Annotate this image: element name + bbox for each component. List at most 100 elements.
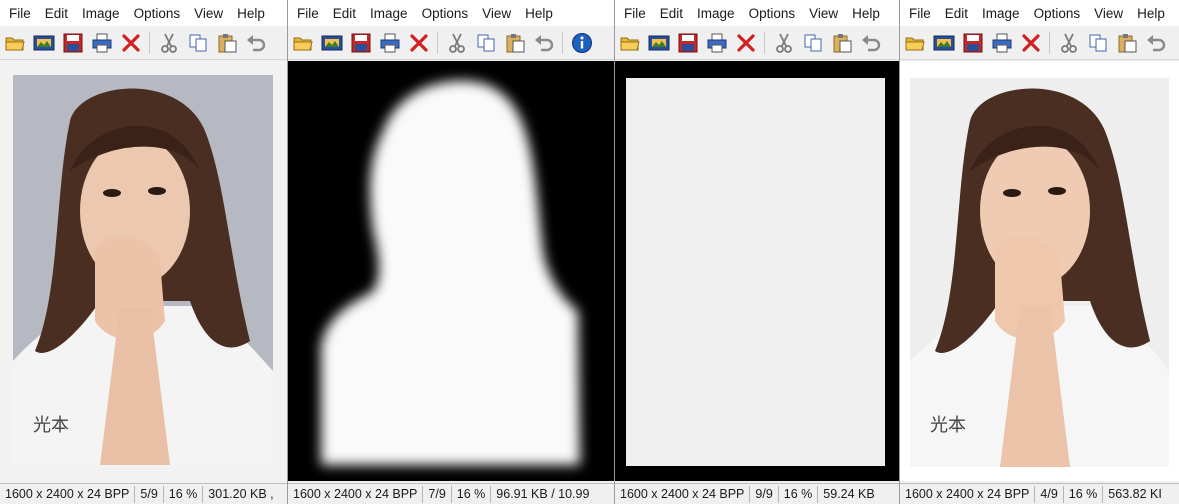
print-icon[interactable] <box>702 29 731 57</box>
menu-image[interactable]: Image <box>75 6 127 21</box>
delete-icon[interactable] <box>731 29 760 57</box>
menu-bar: File Edit Image Options View Help <box>288 0 614 26</box>
undo-icon[interactable] <box>241 29 270 57</box>
menu-edit[interactable]: Edit <box>38 6 75 21</box>
menu-edit[interactable]: Edit <box>938 6 975 21</box>
status-dimensions: 1600 x 2400 x 24 BPP <box>615 485 751 503</box>
cut-icon[interactable] <box>442 29 471 57</box>
paste-icon[interactable] <box>212 29 241 57</box>
menu-file[interactable]: File <box>902 6 938 21</box>
menu-file[interactable]: File <box>290 6 326 21</box>
save-icon[interactable] <box>673 29 702 57</box>
menu-help[interactable]: Help <box>230 6 272 21</box>
open-folder-icon[interactable] <box>615 29 644 57</box>
menu-help[interactable]: Help <box>518 6 560 21</box>
undo-icon[interactable] <box>856 29 885 57</box>
image-viewport[interactable]: 光本 <box>900 61 1179 481</box>
viewer-window-3: File Edit Image Options View Help 1600 x… <box>615 0 899 504</box>
status-filesize: 563.82 KI <box>1108 486 1162 501</box>
status-dimensions: 1600 x 2400 x 24 BPP <box>900 485 1036 503</box>
cut-icon[interactable] <box>154 29 183 57</box>
status-filesize: 96.91 KB / 10.99 <box>496 486 590 501</box>
menu-bar: File Edit Image Options View Help <box>900 0 1179 26</box>
status-index: 4/9 <box>1035 485 1064 503</box>
toolbar <box>615 26 899 60</box>
toolbar-separator <box>562 31 563 54</box>
menu-options[interactable]: Options <box>1027 6 1088 21</box>
menu-options[interactable]: Options <box>127 6 188 21</box>
viewer-window-2: File Edit Image Options View Help 1600 x… <box>288 0 614 504</box>
menu-bar: File Edit Image Options View Help <box>0 0 287 26</box>
save-icon[interactable] <box>958 29 987 57</box>
delete-icon[interactable] <box>116 29 145 57</box>
status-zoom: 16 % <box>164 485 204 503</box>
slideshow-icon[interactable] <box>317 29 346 57</box>
slideshow-icon[interactable] <box>644 29 673 57</box>
menu-image[interactable]: Image <box>975 6 1027 21</box>
menu-image[interactable]: Image <box>690 6 742 21</box>
portrait-original-image: 光本 <box>0 61 287 481</box>
paste-icon[interactable] <box>500 29 529 57</box>
image-viewport[interactable] <box>615 61 899 481</box>
undo-icon[interactable] <box>529 29 558 57</box>
status-index: 5/9 <box>135 485 164 503</box>
print-icon[interactable] <box>87 29 116 57</box>
svg-text:光本: 光本 <box>33 415 69 435</box>
status-bar: 1600 x 2400 x 24 BPP 4/9 16 % 563.82 KI <box>900 483 1179 504</box>
menu-edit[interactable]: Edit <box>326 6 363 21</box>
paste-icon[interactable] <box>827 29 856 57</box>
delete-icon[interactable] <box>404 29 433 57</box>
menu-file[interactable]: File <box>2 6 38 21</box>
toolbar-separator <box>1049 31 1050 54</box>
toolbar-separator <box>437 31 438 54</box>
copy-icon[interactable] <box>1083 29 1112 57</box>
status-bar: 1600 x 2400 x 24 BPP 9/9 16 % 59.24 KB <box>615 483 899 504</box>
save-icon[interactable] <box>346 29 375 57</box>
menu-options[interactable]: Options <box>415 6 476 21</box>
status-zoom: 16 % <box>1064 485 1104 503</box>
copy-icon[interactable] <box>183 29 212 57</box>
cut-icon[interactable] <box>1054 29 1083 57</box>
menu-bar: File Edit Image Options View Help <box>615 0 899 26</box>
status-dimensions: 1600 x 2400 x 24 BPP <box>0 485 136 503</box>
status-bar: 1600 x 2400 x 24 BPP 7/9 16 % 96.91 KB /… <box>288 483 614 504</box>
paste-icon[interactable] <box>1112 29 1141 57</box>
copy-icon[interactable] <box>798 29 827 57</box>
open-folder-icon[interactable] <box>288 29 317 57</box>
image-viewport[interactable]: 光本 <box>0 61 287 481</box>
status-index: 7/9 <box>423 485 452 503</box>
toolbar <box>0 26 287 60</box>
alpha-mask-image <box>288 61 614 481</box>
menu-view[interactable]: View <box>187 6 230 21</box>
delete-icon[interactable] <box>1016 29 1045 57</box>
menu-help[interactable]: Help <box>845 6 887 21</box>
menu-help[interactable]: Help <box>1130 6 1172 21</box>
menu-view[interactable]: View <box>1087 6 1130 21</box>
menu-file[interactable]: File <box>617 6 653 21</box>
status-filesize: 59.24 KB <box>823 486 875 501</box>
save-icon[interactable] <box>58 29 87 57</box>
status-index: 9/9 <box>750 485 779 503</box>
cut-icon[interactable] <box>769 29 798 57</box>
menu-view[interactable]: View <box>475 6 518 21</box>
slideshow-icon[interactable] <box>929 29 958 57</box>
undo-icon[interactable] <box>1141 29 1170 57</box>
menu-image[interactable]: Image <box>363 6 415 21</box>
info-icon[interactable] <box>567 29 596 57</box>
menu-edit[interactable]: Edit <box>653 6 690 21</box>
image-viewport[interactable] <box>288 61 614 481</box>
viewer-window-1: File Edit Image Options View Help 光本 160… <box>0 0 287 504</box>
svg-text:光本: 光本 <box>930 415 966 435</box>
menu-options[interactable]: Options <box>742 6 803 21</box>
slideshow-icon[interactable] <box>29 29 58 57</box>
toolbar <box>288 26 614 60</box>
menu-view[interactable]: View <box>802 6 845 21</box>
print-icon[interactable] <box>987 29 1016 57</box>
toolbar-separator <box>149 31 150 54</box>
copy-icon[interactable] <box>471 29 500 57</box>
open-folder-icon[interactable] <box>0 29 29 57</box>
viewer-window-4: File Edit Image Options View Help 光本 160… <box>900 0 1179 504</box>
toolbar-separator <box>764 31 765 54</box>
print-icon[interactable] <box>375 29 404 57</box>
open-folder-icon[interactable] <box>900 29 929 57</box>
